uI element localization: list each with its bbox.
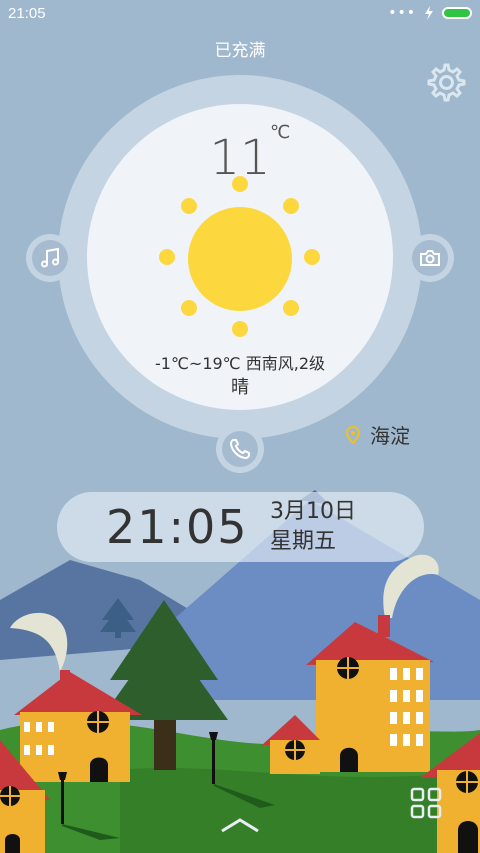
location-pin-icon: [346, 425, 360, 444]
location-name: 海淀: [370, 424, 410, 448]
music-button[interactable]: [26, 234, 74, 282]
battery-icon: [442, 7, 472, 19]
status-bar: 21:05 •••: [0, 0, 480, 30]
battery-level-fill: [444, 9, 470, 17]
sunny-weather-icon: [159, 176, 320, 337]
phone-icon: [229, 439, 250, 460]
charging-status-label: 已充满: [214, 41, 266, 61]
temperature-unit: ℃: [270, 122, 291, 143]
charging-bolt-icon: [425, 6, 433, 20]
date-label: 3月10日: [270, 499, 356, 524]
phone-button[interactable]: [216, 425, 264, 473]
location-label: 海淀: [346, 420, 410, 449]
chevron-up-icon[interactable]: [218, 815, 262, 835]
music-note-icon: [41, 247, 59, 268]
apps-grid-icon[interactable]: [410, 787, 442, 819]
clock-time: 21:05: [106, 500, 249, 554]
clock-date: 3月10日 星期五: [270, 497, 356, 557]
gear-icon[interactable]: [424, 60, 466, 102]
status-time: 21:05: [8, 5, 46, 22]
temperature-range-wind: -1℃~19℃ 西南风,2级: [154, 354, 325, 373]
weather-condition: 晴: [231, 377, 249, 398]
signal-dots: •••: [388, 5, 416, 21]
weekday-label: 星期五: [270, 529, 337, 554]
camera-button[interactable]: [406, 234, 454, 282]
camera-icon: [420, 250, 440, 266]
